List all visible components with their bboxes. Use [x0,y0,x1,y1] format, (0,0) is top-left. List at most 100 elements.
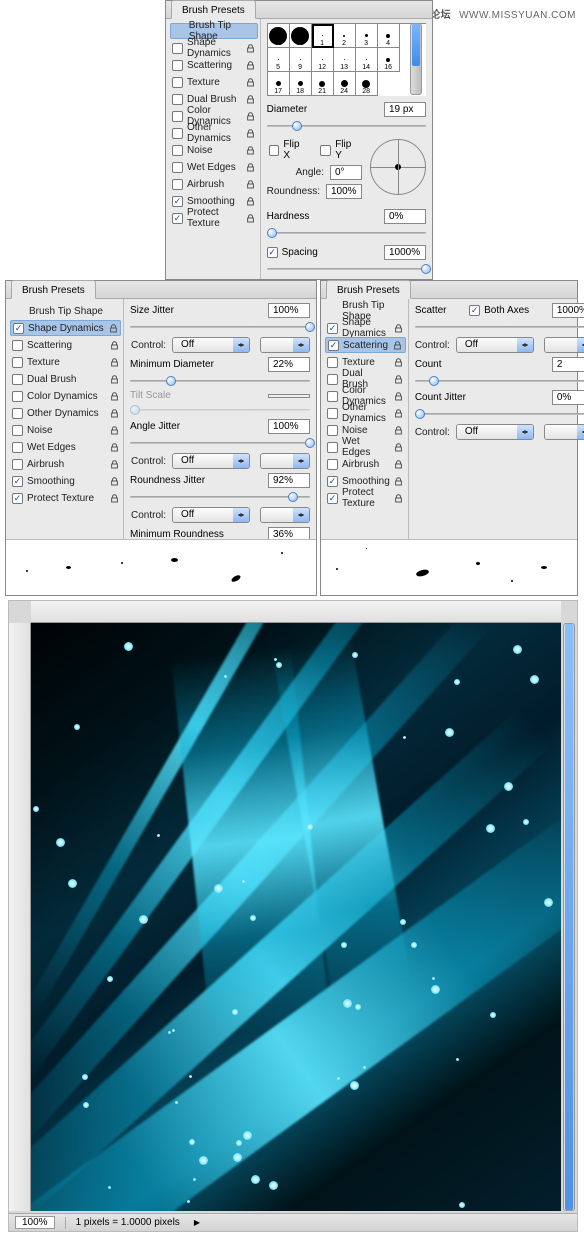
checkbox[interactable] [327,476,338,487]
lock-icon[interactable] [246,213,256,223]
sidebar-item-other-dynamics[interactable]: Other Dynamics [325,405,406,421]
lock-icon[interactable] [109,408,119,418]
checkbox[interactable] [172,94,183,105]
checkbox[interactable] [172,179,183,190]
lock-icon[interactable] [394,425,404,435]
sidebar-item-other-dynamics[interactable]: Other Dynamics [10,405,121,421]
checkbox[interactable] [12,459,23,470]
roundness-input[interactable]: 100% [326,184,362,199]
checkbox[interactable] [327,459,338,470]
sidebar-item-texture[interactable]: Texture [170,74,258,90]
checkbox[interactable] [327,391,338,402]
lock-icon[interactable] [246,179,256,189]
checkbox[interactable] [12,476,23,487]
checkbox[interactable] [172,196,183,207]
brush-preset-9[interactable]: 9 [290,48,312,72]
sizejitter-slider[interactable] [130,321,310,333]
sidebar-item-brush-tip-shape[interactable]: Brush Tip Shape [10,303,121,319]
lock-icon[interactable] [394,323,404,333]
lock-icon[interactable] [109,391,119,401]
spacing-checkbox[interactable] [267,247,278,258]
scatter-control-sub[interactable] [544,337,584,353]
checkbox[interactable] [12,374,23,385]
lock-icon[interactable] [246,111,256,121]
sidebar-item-wet-edges[interactable]: Wet Edges [10,439,121,455]
brush-grid[interactable]: 4860123459121314161718212428 [267,23,426,96]
hardness-input[interactable]: 0% [384,209,426,224]
checkbox[interactable] [172,128,183,139]
checkbox[interactable] [328,340,339,351]
sidebar-item-shape-dynamics[interactable]: Shape Dynamics [10,320,121,336]
lock-icon[interactable] [394,357,404,367]
checkbox[interactable] [327,374,338,385]
scatter-input[interactable]: 1000% [552,303,584,318]
countjitter-slider[interactable] [415,408,584,420]
brush-preset-48[interactable]: 48 [268,24,290,48]
checkbox[interactable] [172,145,183,156]
sidebar-item-airbrush[interactable]: Airbrush [10,456,121,472]
checkbox[interactable] [13,323,24,334]
checkbox[interactable] [172,60,183,71]
control3-dropdown[interactable]: Off [172,507,250,523]
lock-icon[interactable] [246,145,256,155]
canvas-viewport[interactable] [31,623,561,1211]
checkbox[interactable] [172,43,183,54]
sidebar-item-airbrush[interactable]: Airbrush [170,176,258,192]
angle-roundness-dial[interactable] [370,139,426,195]
brush-preset-14[interactable]: 14 [356,48,378,72]
tab-brush-presets[interactable]: Brush Presets [11,280,96,299]
control-dropdown[interactable]: Off [172,337,250,353]
brush-preset-17[interactable]: 17 [268,72,290,96]
lock-icon[interactable] [109,425,119,435]
brush-preset-12[interactable]: 12 [312,48,334,72]
lock-icon[interactable] [394,391,404,401]
checkbox[interactable] [327,357,338,368]
brush-preset-28[interactable]: 28 [356,72,378,96]
scatter-slider[interactable] [415,321,584,333]
brush-preset-5[interactable]: 5 [268,48,290,72]
brush-preset-21[interactable]: 21 [312,72,334,96]
sidebar-item-other-dynamics[interactable]: Other Dynamics [170,125,258,141]
checkbox[interactable] [327,425,338,436]
checkbox[interactable] [327,442,338,453]
brush-preset-60[interactable]: 60 [290,24,312,48]
tab-brush-presets[interactable]: Brush Presets [171,0,256,19]
status-triangle-icon[interactable]: ▶ [194,1218,200,1227]
checkbox[interactable] [12,408,23,419]
brush-preset-2[interactable]: 2 [334,24,356,48]
checkbox[interactable] [12,425,23,436]
hardness-slider[interactable] [267,227,426,239]
lock-icon[interactable] [394,493,404,503]
checkbox[interactable] [12,340,23,351]
lock-icon[interactable] [393,340,403,350]
control2-sub-dropdown[interactable] [260,453,310,469]
flipx-checkbox[interactable] [269,145,280,156]
sidebar-item-shape-dynamics[interactable]: Shape Dynamics [325,320,406,336]
spacing-slider[interactable] [267,263,426,275]
checkbox[interactable] [172,213,183,224]
brush-preset-24[interactable]: 24 [334,72,356,96]
lock-icon[interactable] [109,476,119,486]
sidebar-item-noise[interactable]: Noise [10,422,121,438]
canvas-scrollbar-v[interactable] [563,623,575,1211]
sidebar-item-dual-brush[interactable]: Dual Brush [10,371,121,387]
roundjitter-slider[interactable] [130,491,310,503]
lock-icon[interactable] [109,357,119,367]
checkbox[interactable] [12,357,23,368]
lock-icon[interactable] [394,459,404,469]
lock-icon[interactable] [246,60,256,70]
bothaxes-checkbox[interactable] [469,305,480,316]
control-sub-dropdown[interactable] [260,337,310,353]
lock-icon[interactable] [108,323,118,333]
checkbox[interactable] [327,323,338,334]
sidebar-item-color-dynamics[interactable]: Color Dynamics [10,388,121,404]
checkbox[interactable] [172,162,183,173]
brush-preset-1[interactable]: 1 [312,24,334,48]
sidebar-item-scattering[interactable]: Scattering [170,57,258,73]
sidebar-item-protect-texture[interactable]: Protect Texture [10,490,121,506]
ruler-horizontal[interactable] [31,601,561,623]
ruler-vertical[interactable] [9,623,31,1211]
lock-icon[interactable] [246,162,256,172]
roundjitter-input[interactable]: 92% [268,473,310,488]
spacing-input[interactable]: 1000% [384,245,426,260]
